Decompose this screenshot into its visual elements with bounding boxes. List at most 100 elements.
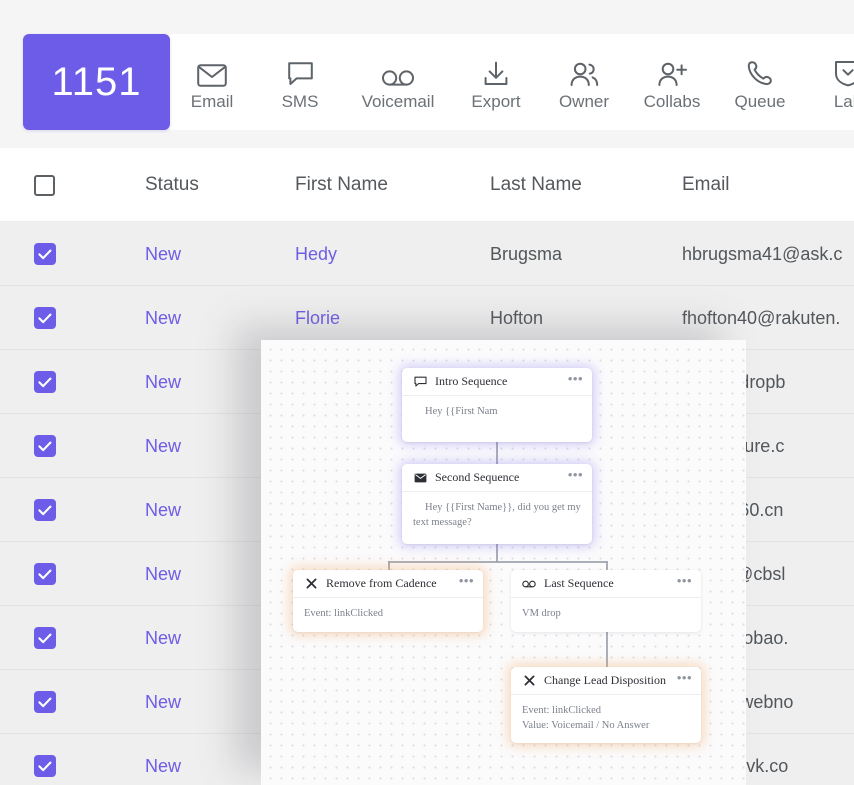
flow-node-title: Intro Sequence [435,374,568,389]
toolbar-action-labels[interactable]: Lab [804,34,854,130]
flow-node-header: Remove from Cadence ••• [293,570,483,598]
toolbar-label-queue: Queue [734,92,785,112]
toolbar-label-labels: Lab [834,92,854,112]
flow-node-header: Change Lead Disposition ••• [511,667,701,695]
table-header-row: Status First Name Last Name Email [0,148,854,222]
flow-node-header: Last Sequence ••• [511,570,701,598]
row-select-checkbox[interactable] [34,755,56,777]
flow-node-body-line: VM drop [522,607,690,622]
flow-node-title: Change Lead Disposition [544,673,677,688]
selected-count-value: 1151 [51,62,141,102]
chat-bubble-icon [287,53,314,87]
cell-status[interactable]: New [145,564,181,584]
flow-node-body: VM drop [511,598,701,630]
connector-second-to-branch [496,544,498,562]
row-select-cell [0,627,145,649]
column-header-email: Email [682,174,730,195]
toolbar-action-owner[interactable]: Owner [540,34,628,130]
toolbar-action-queue[interactable]: Queue [716,34,804,130]
row-select-checkbox[interactable] [34,243,56,265]
select-all-cell [0,175,145,196]
column-header-status: Status [145,174,199,195]
toolbar-action-collabs[interactable]: Collabs [628,34,716,130]
toolbar-action-export[interactable]: Export [452,34,540,130]
x-mark-icon [304,577,318,591]
select-all-checkbox[interactable] [34,175,55,196]
row-select-cell [0,755,145,777]
users-icon [568,53,600,87]
flow-node-change-lead-disposition[interactable]: Change Lead Disposition ••• Event: linkC… [511,667,701,743]
flow-node-body: Event: linkClicked Value: Voicemail / No… [511,695,701,742]
cell-status[interactable]: New [145,436,181,456]
flow-node-body-line: Value: Voicemail / No Answer [522,719,690,734]
flow-node-menu-button[interactable]: ••• [677,678,692,684]
flow-node-second-sequence[interactable]: Second Sequence ••• Hey {{First Name}}, … [402,464,592,544]
x-mark-icon [522,674,536,688]
column-header-last-name: Last Name [490,174,582,195]
toolbar-label-collabs: Collabs [644,92,701,112]
flow-node-header: Second Sequence ••• [402,464,592,492]
cell-last-name: Hofton [490,308,543,328]
cell-first-name[interactable]: Hedy [295,244,337,264]
toolbar-action-voicemail[interactable]: Voicemail [344,34,452,130]
toolbar-band: 1151 Email SMS [0,0,854,148]
toolbar-label-sms: SMS [282,92,319,112]
flow-node-menu-button[interactable]: ••• [568,379,583,385]
toolbar-label-export: Export [471,92,520,112]
toolbar-action-sms[interactable]: SMS [256,34,344,130]
phone-icon [747,53,773,87]
toolbar-label-email: Email [191,92,234,112]
row-select-checkbox[interactable] [34,435,56,457]
row-select-cell [0,371,145,393]
flow-node-last-sequence[interactable]: Last Sequence ••• VM drop [511,570,701,632]
flow-node-header: Intro Sequence ••• [402,368,592,396]
row-select-checkbox[interactable] [34,371,56,393]
cell-status[interactable]: New [145,692,181,712]
cell-status[interactable]: New [145,308,181,328]
cell-email: hbrugsma41@ask.c [682,244,842,264]
user-plus-icon [656,53,688,87]
cell-first-name[interactable]: Florie [295,308,340,328]
flow-node-body-line: Event: linkClicked [522,704,690,719]
flow-node-body: Event: linkClicked [293,598,483,630]
table-row[interactable]: New Hedy Brugsma hbrugsma41@ask.c [0,222,854,286]
row-select-checkbox[interactable] [34,499,56,521]
flow-node-body-line: Hey {{First Nam [413,405,581,420]
row-select-cell [0,499,145,521]
envelope-icon [197,53,227,87]
cell-status[interactable]: New [145,756,181,776]
cell-status[interactable]: New [145,628,181,648]
bulk-action-toolbar: Email SMS Voicemail [168,34,854,130]
cell-last-name: Brugsma [490,244,562,264]
flow-node-menu-button[interactable]: ••• [459,581,474,587]
flow-node-menu-button[interactable]: ••• [677,581,692,587]
cell-status[interactable]: New [145,500,181,520]
row-select-checkbox[interactable] [34,691,56,713]
flow-node-body: Hey {{First Name}}, did you get my text … [402,492,592,539]
flow-node-intro-sequence[interactable]: Intro Sequence ••• Hey {{First Nam [402,368,592,442]
selected-count-badge[interactable]: 1151 [23,34,170,130]
toolbar-label-voicemail: Voicemail [362,92,435,112]
cell-status[interactable]: New [145,372,181,392]
cell-email: fhofton40@rakuten. [682,308,840,328]
row-select-cell [0,435,145,457]
toolbar-action-email[interactable]: Email [168,34,256,130]
flow-node-body-line: Event: linkClicked [304,607,472,622]
row-select-checkbox[interactable] [34,307,56,329]
app-screen: 1151 Email SMS [0,0,854,785]
toolbar-label-owner: Owner [559,92,609,112]
voicemail-icon [381,53,415,87]
connector-branch-horizontal [388,561,607,563]
cell-status[interactable]: New [145,244,181,264]
flow-node-body: Hey {{First Nam [402,396,592,428]
envelope-icon [413,471,427,485]
flow-node-remove-from-cadence[interactable]: Remove from Cadence ••• Event: linkClick… [293,570,483,632]
row-select-checkbox[interactable] [34,627,56,649]
flow-node-title: Remove from Cadence [326,576,459,591]
row-select-checkbox[interactable] [34,563,56,585]
shield-chevron-icon [834,53,854,87]
flow-node-menu-button[interactable]: ••• [568,475,583,481]
voicemail-icon [522,577,536,591]
row-select-cell [0,243,145,265]
cadence-flow-panel: Intro Sequence ••• Hey {{First Nam Secon… [261,340,746,785]
